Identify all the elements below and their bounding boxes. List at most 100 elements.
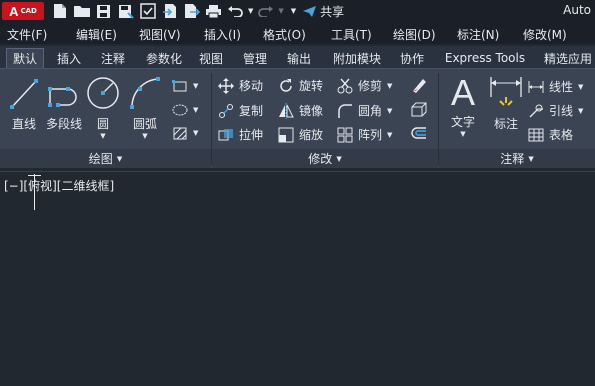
ellipse-icon <box>172 104 188 116</box>
table-tool[interactable]: 表格 <box>528 126 573 143</box>
dimension-label: 标注 <box>493 117 518 131</box>
tab-express-tools[interactable]: Express Tools <box>440 48 530 68</box>
tab-default[interactable]: 默认 <box>6 48 44 68</box>
mirror-tool[interactable]: 镜像 <box>278 102 323 119</box>
menu-tools[interactable]: 工具(T) <box>331 26 372 43</box>
redo-icon[interactable] <box>256 2 275 20</box>
leader-icon <box>529 104 543 117</box>
import-icon[interactable] <box>160 2 179 20</box>
save-icon[interactable] <box>94 2 113 20</box>
stretch-label: 拉伸 <box>239 128 264 142</box>
stretch-icon <box>218 128 233 140</box>
menu-bar: 文件(F) 编辑(E) 视图(V) 插入(I) 格式(O) 工具(T) 绘图(D… <box>0 22 595 44</box>
redo-dropdown-icon[interactable]: ▼ <box>278 7 283 15</box>
rectangle-icon <box>172 80 187 92</box>
print-icon[interactable] <box>204 2 223 20</box>
arc-dropdown-icon[interactable]: ▼ <box>142 132 147 140</box>
leader-dropdown-icon[interactable]: ▼ <box>578 107 583 115</box>
ribbon-tab-bar: 默认 插入 注释 参数化 视图 管理 输出 附加模块 协作 Express To… <box>0 46 595 68</box>
menu-modify[interactable]: 修改(M) <box>523 26 567 43</box>
annotation-panel-label: 注释 <box>500 152 525 166</box>
arc-label: 圆弧 <box>132 117 157 131</box>
menu-draw[interactable]: 绘图(D) <box>393 26 436 43</box>
array-icon <box>337 127 353 142</box>
circle-dropdown-icon[interactable]: ▼ <box>100 132 105 140</box>
linear-dimension-tool[interactable]: 线性 ▼ <box>528 78 583 95</box>
fillet-tool[interactable]: 圆角 ▼ <box>337 102 392 119</box>
tab-featured-apps[interactable]: 精选应用 <box>538 48 595 68</box>
tab-manage[interactable]: 管理 <box>238 48 272 68</box>
tab-collaborate[interactable]: 协作 <box>395 48 429 68</box>
crosshair-cursor-horizontal <box>28 175 41 176</box>
menu-view[interactable]: 视图(V) <box>139 26 181 43</box>
copy-tool[interactable]: 复制 <box>218 102 263 119</box>
copy-label: 复制 <box>239 104 264 118</box>
draw-panel-title[interactable]: 绘图 ▼ <box>0 149 211 168</box>
app-logo[interactable]: A CAD <box>2 2 44 20</box>
customize-toolbar-icon[interactable]: ▼ <box>291 7 296 15</box>
menu-format[interactable]: 格式(O) <box>263 26 306 43</box>
save-as-icon[interactable] <box>116 2 135 20</box>
save-to-web-icon[interactable] <box>138 2 157 20</box>
share-label: 共享 <box>320 4 345 19</box>
menu-dimension[interactable]: 标注(N) <box>457 26 499 43</box>
viewport-controls-label[interactable]: [−][俯视][二维线框] <box>4 177 114 194</box>
leader-tool[interactable]: 引线 ▼ <box>528 102 583 119</box>
line-label: 直线 <box>11 117 36 131</box>
trim-tool[interactable]: 修剪 ▼ <box>337 77 392 94</box>
mirror-icon <box>279 102 294 119</box>
tab-insert[interactable]: 插入 <box>52 48 86 68</box>
dimension-tool[interactable]: 标注 <box>488 75 524 132</box>
stretch-tool[interactable]: 拉伸 <box>218 126 263 143</box>
circle-tool[interactable]: 圆 ▼ <box>86 75 120 140</box>
annotation-panel-title[interactable]: 注释 ▼ <box>439 149 595 168</box>
rectangle-dropdown-icon[interactable]: ▼ <box>193 82 198 90</box>
menu-file[interactable]: 文件(F) <box>7 26 47 43</box>
drawing-canvas[interactable]: [−][俯视][二维线框] <box>0 168 595 386</box>
scale-tool[interactable]: 缩放 <box>278 126 323 143</box>
leader-label: 引线 <box>549 104 574 118</box>
modify-panel-title[interactable]: 修改 ▼ <box>212 149 438 168</box>
mirror-label: 镜像 <box>299 104 324 118</box>
hatch-tool[interactable]: ▼ <box>172 126 198 140</box>
rotate-tool[interactable]: 旋转 <box>278 77 323 94</box>
arc-icon <box>130 77 160 109</box>
rectangle-tool[interactable]: ▼ <box>172 79 198 93</box>
circle-icon <box>87 77 119 109</box>
draw-panel-dropdown-icon: ▼ <box>116 154 123 163</box>
menu-insert[interactable]: 插入(I) <box>204 26 241 43</box>
tab-addins[interactable]: 附加模块 <box>326 48 388 68</box>
array-dropdown-icon[interactable]: ▼ <box>387 131 392 139</box>
trim-dropdown-icon[interactable]: ▼ <box>387 82 392 90</box>
polyline-icon <box>48 87 77 107</box>
ellipse-tool[interactable]: ▼ <box>172 103 198 117</box>
ellipse-dropdown-icon[interactable]: ▼ <box>193 106 198 114</box>
export-icon[interactable] <box>182 2 201 20</box>
undo-icon[interactable] <box>226 2 245 20</box>
tab-annotate[interactable]: 注释 <box>96 48 130 68</box>
share-button[interactable]: 共享 <box>302 3 344 20</box>
polyline-tool[interactable]: 多段线 <box>44 77 84 132</box>
open-folder-icon[interactable] <box>72 2 91 20</box>
move-tool[interactable]: 移动 <box>218 77 263 94</box>
undo-dropdown-icon[interactable]: ▼ <box>248 7 253 15</box>
offset-tool[interactable] <box>410 126 428 142</box>
linear-dimension-icon <box>528 80 544 93</box>
explode-tool[interactable] <box>410 102 428 118</box>
linear-dropdown-icon[interactable]: ▼ <box>578 83 583 91</box>
tab-parametric[interactable]: 参数化 <box>140 48 188 68</box>
menu-edit[interactable]: 编辑(E) <box>76 26 117 43</box>
line-tool[interactable]: 直线 <box>8 77 40 132</box>
canvas-top-border <box>0 171 595 172</box>
text-dropdown-icon[interactable]: ▼ <box>460 130 465 138</box>
arc-tool[interactable]: 圆弧 ▼ <box>128 75 162 140</box>
new-file-icon[interactable] <box>50 2 69 20</box>
erase-tool[interactable] <box>410 77 428 93</box>
hatch-dropdown-icon[interactable]: ▼ <box>193 129 198 137</box>
tab-output[interactable]: 输出 <box>282 48 316 68</box>
fillet-dropdown-icon[interactable]: ▼ <box>387 107 392 115</box>
text-tool[interactable]: A 文字 ▼ <box>446 73 480 139</box>
array-tool[interactable]: 阵列 ▼ <box>337 126 392 143</box>
fillet-label: 圆角 <box>358 104 383 118</box>
tab-view[interactable]: 视图 <box>194 48 228 68</box>
